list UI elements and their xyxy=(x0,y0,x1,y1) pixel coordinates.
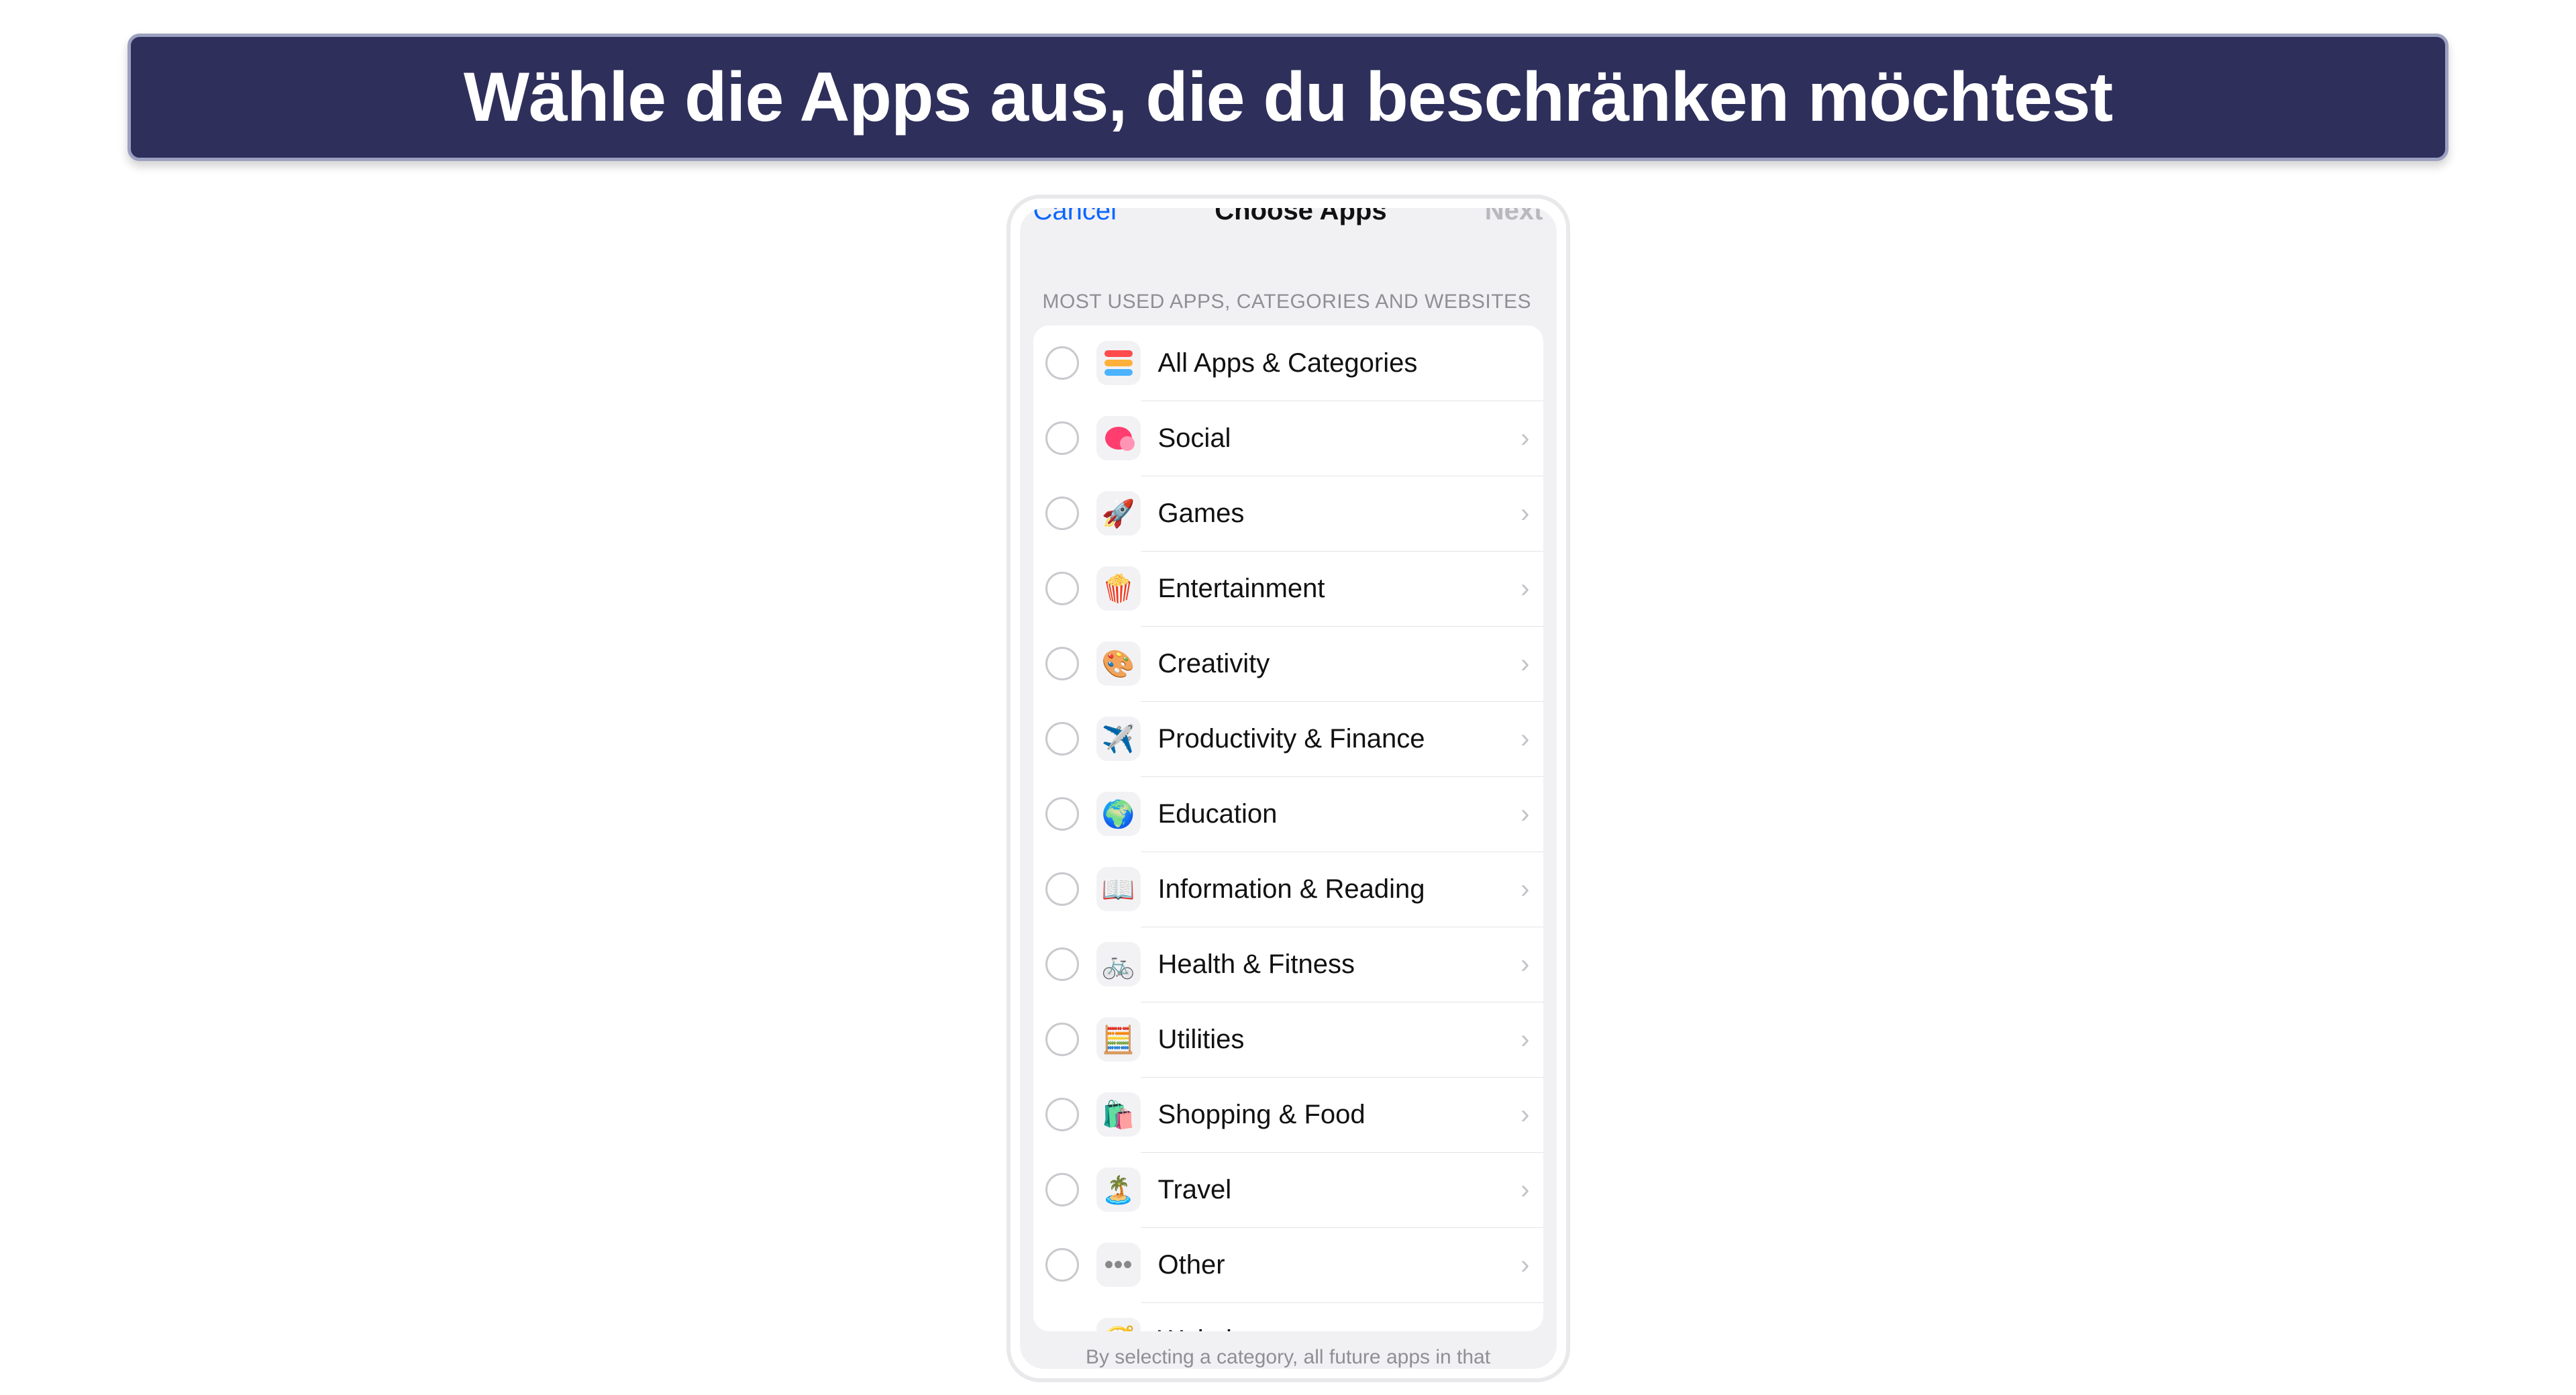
row-games[interactable]: 🚀 Games › xyxy=(1033,476,1543,551)
calculator-icon: 🧮 xyxy=(1096,1017,1141,1062)
page-title: Choose Apps xyxy=(1215,208,1386,226)
row-label: Utilities xyxy=(1158,1025,1514,1055)
row-other[interactable]: ••• Other › xyxy=(1033,1227,1543,1302)
globe-icon: 🌍 xyxy=(1096,792,1141,836)
dots-icon: ••• xyxy=(1096,1243,1141,1287)
row-label: Travel xyxy=(1158,1175,1514,1205)
speech-icon xyxy=(1096,416,1141,460)
row-all-apps[interactable]: All Apps & Categories xyxy=(1033,325,1543,401)
row-label: Websites xyxy=(1158,1325,1514,1332)
chevron-right-icon: › xyxy=(1514,1250,1529,1280)
row-label: Health & Fitness xyxy=(1158,949,1514,980)
checkbox[interactable] xyxy=(1045,797,1079,831)
row-productivity[interactable]: ✈️ Productivity & Finance › xyxy=(1033,701,1543,776)
chevron-right-icon: › xyxy=(1514,423,1529,454)
row-label: Productivity & Finance xyxy=(1158,724,1514,754)
row-information[interactable]: 📖 Information & Reading › xyxy=(1033,851,1543,927)
chevron-right-icon: › xyxy=(1514,649,1529,679)
row-label: Other xyxy=(1158,1250,1514,1280)
chevron-right-icon: › xyxy=(1514,499,1529,529)
checkbox[interactable] xyxy=(1045,947,1079,981)
rocket-icon: 🚀 xyxy=(1096,491,1141,535)
chevron-right-icon: › xyxy=(1514,1100,1529,1130)
book-icon: 📖 xyxy=(1096,867,1141,911)
row-label: Entertainment xyxy=(1158,574,1514,604)
navbar: Cancel Choose Apps Next xyxy=(1020,208,1557,230)
row-label: Creativity xyxy=(1158,649,1514,679)
palette-icon: 🎨 xyxy=(1096,641,1141,686)
row-education[interactable]: 🌍 Education › xyxy=(1033,776,1543,851)
chevron-right-icon: › xyxy=(1514,949,1529,980)
row-label: All Apps & Categories xyxy=(1158,348,1530,378)
checkbox[interactable] xyxy=(1045,1248,1079,1282)
row-shopping[interactable]: 🛍️ Shopping & Food › xyxy=(1033,1077,1543,1152)
phone-frame: Cancel Choose Apps Next MOST USED APPS, … xyxy=(1007,195,1570,1382)
bag-icon: 🛍️ xyxy=(1096,1092,1141,1137)
checkbox[interactable] xyxy=(1045,722,1079,756)
chevron-right-icon: › xyxy=(1514,1175,1529,1205)
stack-icon xyxy=(1096,341,1141,385)
row-websites[interactable]: 🧭 Websites › xyxy=(1033,1302,1543,1331)
row-label: Shopping & Food xyxy=(1158,1100,1514,1130)
bike-icon: 🚲 xyxy=(1096,942,1141,986)
chevron-right-icon: › xyxy=(1514,724,1529,754)
category-list: All Apps & Categories Social › 🚀 Games ›… xyxy=(1033,325,1543,1331)
row-creativity[interactable]: 🎨 Creativity › xyxy=(1033,626,1543,701)
chevron-right-icon: › xyxy=(1514,1325,1529,1332)
palmtree-icon: 🏝️ xyxy=(1096,1168,1141,1212)
checkbox[interactable] xyxy=(1045,872,1079,906)
row-travel[interactable]: 🏝️ Travel › xyxy=(1033,1152,1543,1227)
checkbox[interactable] xyxy=(1045,1173,1079,1206)
row-label: Social xyxy=(1158,423,1514,454)
footer-note: By selecting a category, all future apps… xyxy=(1020,1331,1557,1369)
row-label: Education xyxy=(1158,799,1514,829)
checkbox[interactable] xyxy=(1045,647,1079,680)
checkbox[interactable] xyxy=(1045,346,1079,380)
next-button[interactable]: Next xyxy=(1485,208,1543,226)
checkbox[interactable] xyxy=(1045,1098,1079,1131)
chevron-right-icon: › xyxy=(1514,1025,1529,1055)
chevron-right-icon: › xyxy=(1514,574,1529,604)
row-health[interactable]: 🚲 Health & Fitness › xyxy=(1033,927,1543,1002)
chevron-right-icon: › xyxy=(1514,799,1529,829)
checkbox[interactable] xyxy=(1045,572,1079,605)
checkbox[interactable] xyxy=(1045,1023,1079,1056)
checkbox[interactable] xyxy=(1045,421,1079,455)
cancel-button[interactable]: Cancel xyxy=(1033,208,1117,226)
row-utilities[interactable]: 🧮 Utilities › xyxy=(1033,1002,1543,1077)
section-header: MOST USED APPS, CATEGORIES AND WEBSITES xyxy=(1020,230,1557,325)
row-social[interactable]: Social › xyxy=(1033,401,1543,476)
paperplane-icon: ✈️ xyxy=(1096,717,1141,761)
row-entertainment[interactable]: 🍿 Entertainment › xyxy=(1033,551,1543,626)
compass-icon: 🧭 xyxy=(1096,1318,1141,1331)
phone-screen: Cancel Choose Apps Next MOST USED APPS, … xyxy=(1020,208,1557,1369)
instruction-banner: Wähle die Apps aus, die du beschränken m… xyxy=(127,34,2449,161)
row-label: Games xyxy=(1158,499,1514,529)
row-label: Information & Reading xyxy=(1158,874,1514,905)
chevron-right-icon: › xyxy=(1514,874,1529,905)
popcorn-icon: 🍿 xyxy=(1096,566,1141,611)
checkbox[interactable] xyxy=(1045,497,1079,530)
instruction-banner-text: Wähle die Apps aus, die du beschränken m… xyxy=(464,58,2112,138)
